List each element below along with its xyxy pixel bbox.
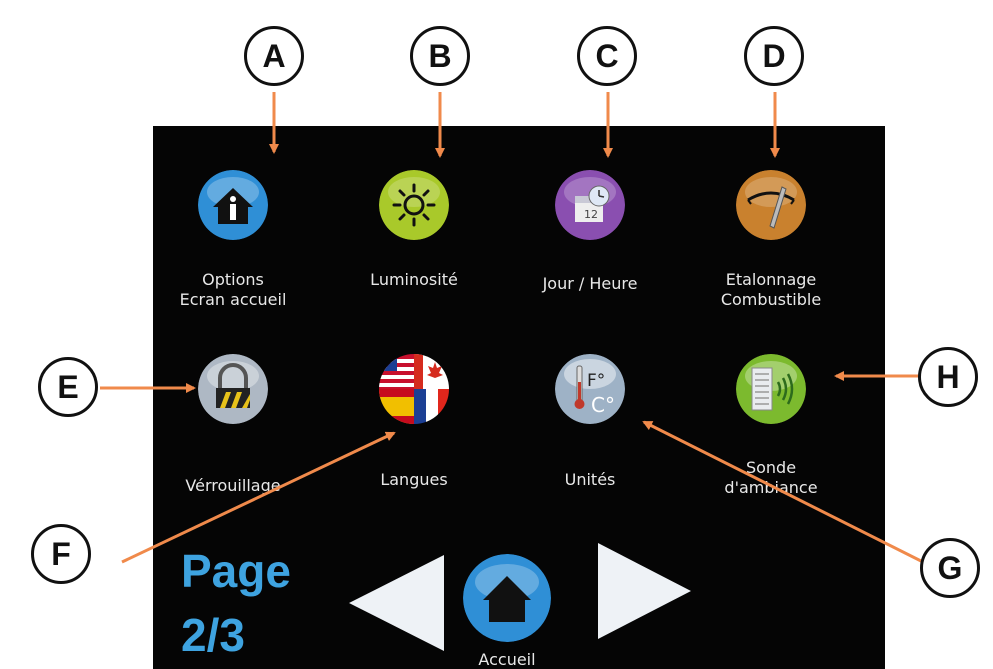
calendar-clock-icon[interactable]: 12	[555, 170, 625, 240]
previous-arrow-icon[interactable]	[349, 555, 444, 651]
svg-text:F°: F°	[587, 371, 605, 391]
flags-icon[interactable]	[379, 354, 449, 424]
padlock-icon[interactable]	[198, 354, 268, 424]
home-info-icon[interactable]	[198, 170, 268, 240]
langues-label: Langues	[380, 470, 448, 489]
sensor-icon[interactable]	[736, 354, 806, 424]
verrouillage-label: Vérrouillage	[185, 476, 281, 495]
home-label: Accueil	[478, 650, 536, 669]
home-icon	[463, 554, 551, 642]
svg-text:C°: C°	[591, 393, 615, 417]
callout-f: F	[31, 524, 91, 584]
thermometer-icon[interactable]: F° C°	[555, 354, 625, 424]
next-arrow-icon[interactable]	[598, 543, 691, 639]
callout-d: D	[744, 26, 804, 86]
etalonnage-label: Etalonnage Combustible	[720, 270, 822, 309]
page-word: Page	[181, 545, 291, 597]
sonde-label: Sonde d'ambiance	[724, 458, 818, 497]
unites-label: Unités	[564, 470, 616, 489]
luminosite-label: Luminosité	[370, 270, 458, 289]
device-screen: Options Ecran accueil Luminosité 12 Jour…	[153, 126, 885, 669]
svg-text:12: 12	[584, 208, 598, 221]
callout-g: G	[920, 538, 980, 598]
home-button[interactable]	[463, 554, 551, 642]
callout-h: H	[918, 347, 978, 407]
sun-icon[interactable]	[379, 170, 449, 240]
gauge-icon[interactable]	[736, 170, 806, 240]
options-accueil-label: Options Ecran accueil	[179, 270, 287, 309]
callout-e: E	[38, 357, 98, 417]
jour-heure-label: Jour / Heure	[542, 274, 638, 293]
callout-c: C	[577, 26, 637, 86]
page-number: 2/3	[181, 609, 245, 661]
callout-a: A	[244, 26, 304, 86]
callout-b: B	[410, 26, 470, 86]
